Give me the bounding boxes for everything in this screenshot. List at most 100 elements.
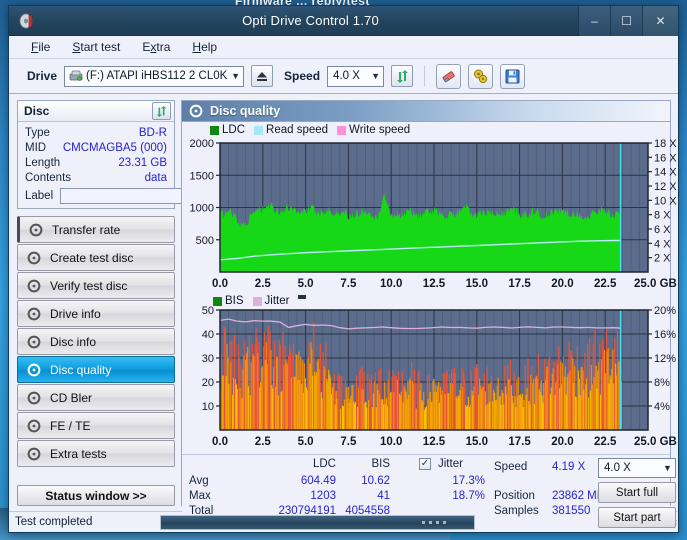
stats-header-jitter: Jitter (438, 458, 463, 470)
disc-value-mid: CMCMAGBA5 (000) (62, 141, 167, 154)
legend-swatch-jitter (252, 296, 262, 306)
bis-jitter-chart[interactable]: 10203040504%8%12%16%20%0.0 2.5 5.0 7.5 10.0 1… (182, 294, 687, 454)
refresh-button[interactable] (391, 65, 414, 87)
menu-item-file[interactable]: File (31, 40, 50, 54)
svg-text:4 X: 4 X (654, 238, 671, 250)
sidebar-item-cd-bler[interactable]: CD Bler (17, 384, 175, 411)
legend-entry-jitter: Jitter (252, 295, 289, 307)
svg-text:5.0: 5.0 (298, 436, 314, 448)
stats-samples-label: Samples (494, 505, 539, 517)
bis-jitter-chart-container: BIS Jitter 10 20 30 40 50 4% 8% 12% 16% 20% 0.0 2.5… (182, 294, 677, 454)
svg-text:25.0 GB: 25.0 GB (634, 436, 677, 448)
status-window-button[interactable]: Status window >> (17, 485, 175, 506)
minimize-icon: – (591, 14, 598, 28)
svg-text:22.5: 22.5 (594, 436, 617, 448)
disc-icon (27, 307, 41, 320)
menu-label-start-test: tart test (80, 40, 121, 54)
menu-item-extra[interactable]: Extra (142, 40, 170, 54)
status-text: Test completed (15, 516, 93, 528)
erase-button[interactable] (436, 63, 462, 89)
legend-label-read-speed: Read speed (266, 124, 329, 136)
disc-value-length: 23.31 GB (118, 156, 167, 169)
disc-icon (27, 335, 41, 348)
stats-max-ldc: 1203 (310, 490, 336, 502)
disc-row-mid: MID CMCMAGBA5 (000) (18, 140, 174, 155)
start-part-button[interactable]: Start part (598, 507, 676, 528)
legend-swatch-read-speed (254, 125, 264, 135)
svg-text:10.0: 10.0 (380, 436, 402, 448)
svg-text:500: 500 (196, 235, 214, 247)
sidebar-item-disc-info[interactable]: Disc info (17, 328, 175, 355)
svg-text:0.0: 0.0 (212, 436, 228, 448)
sidebar-item-verify-test-disc[interactable]: Verify test disc (17, 272, 175, 299)
close-button[interactable]: ✕ (642, 6, 678, 36)
svg-text:22.5: 22.5 (594, 278, 617, 290)
sidebar-item-fe-te[interactable]: FE / TE (17, 412, 175, 439)
menu-label-file: ile (38, 40, 51, 54)
refresh-icon (396, 69, 408, 83)
legend-swatch-write-speed (337, 125, 347, 135)
svg-text:17.5: 17.5 (508, 278, 531, 290)
ldc-chart-container: LDC Read speed Write speed 500 1000 1500 20… (182, 122, 678, 294)
drive-select[interactable]: (F:) ATAPI iHBS112 2 CL0K ▼ (64, 65, 245, 87)
stats-avg-bis: 10.62 (361, 475, 390, 487)
disc-icon (27, 419, 41, 432)
jitter-checkbox[interactable]: ✓ (419, 457, 431, 470)
settings-button[interactable] (468, 63, 494, 89)
menu-label-extra: tra (156, 40, 171, 54)
disc-key-contents: Contents (25, 171, 72, 184)
maximize-button[interactable]: ☐ (610, 6, 642, 36)
disc-row-type: Type BD-R (18, 125, 174, 140)
checkbox-icon: ✓ (419, 457, 431, 470)
svg-text:12 X: 12 X (654, 181, 677, 193)
eject-icon (257, 72, 268, 81)
legend-label-write-speed: Write speed (349, 124, 411, 136)
eject-button[interactable] (251, 65, 274, 87)
start-full-button[interactable]: Start full (598, 482, 676, 503)
svg-text:2 X: 2 X (654, 253, 671, 265)
sidebar-item-drive-info[interactable]: Drive info (17, 300, 175, 327)
toolbar-separator (424, 66, 426, 86)
stats-speed-label: Speed (494, 461, 528, 473)
gears-icon (474, 69, 488, 83)
sidebar-label-extra-tests: Extra tests (50, 446, 107, 461)
stats-position-label: Position (494, 490, 535, 502)
svg-text:12.5: 12.5 (423, 436, 446, 448)
svg-text:20.0: 20.0 (551, 278, 573, 290)
drive-toolbar: Drive (F:) ATAPI iHBS112 2 CL0K ▼ Speed … (9, 59, 678, 94)
disc-icon (27, 279, 41, 292)
legend-entry-read-speed: Read speed (254, 124, 328, 136)
svg-text:20: 20 (202, 377, 214, 389)
svg-text:8 X: 8 X (654, 210, 671, 222)
svg-text:10 X: 10 X (654, 195, 677, 207)
disc-refresh-button[interactable] (152, 102, 171, 120)
sidebar-item-disc-quality[interactable]: Disc quality (17, 356, 175, 383)
ldc-chart[interactable]: 500 1000 1500 2000 2 X 4 X 6 X 8 X 10 X 12 X 14 X 1… (182, 122, 687, 294)
disc-icon (27, 363, 41, 376)
legend-entry-bis: BIS (213, 295, 244, 307)
sidebar-label-cd-bler: CD Bler (50, 390, 93, 405)
chevron-down-icon: ▼ (371, 71, 380, 81)
legend-entry-write-speed: Write speed (337, 124, 410, 136)
save-button[interactable] (500, 63, 526, 89)
sidebar-item-extra-tests[interactable]: Extra tests (17, 440, 175, 467)
stats-speed-value: 4.19 X (552, 461, 586, 473)
svg-text:7.5: 7.5 (340, 436, 357, 448)
sidebar-label-verify-test-disc: Verify test disc (50, 278, 128, 293)
test-speed-select[interactable]: 4.0 X ▼ (598, 458, 676, 478)
svg-text:0.0: 0.0 (212, 278, 228, 290)
menu-item-start-test[interactable]: Start test (72, 40, 120, 54)
minimize-button[interactable]: – (578, 6, 610, 36)
svg-text:1000: 1000 (190, 203, 214, 215)
title-bar: Opti Drive Control 1.70 – ☐ ✕ (9, 6, 678, 36)
close-icon: ✕ (655, 14, 666, 28)
svg-text:12.5: 12.5 (423, 278, 446, 290)
disc-key-type: Type (25, 126, 50, 139)
stats-row-label-avg: Avg (189, 475, 209, 487)
sidebar-item-create-test-disc[interactable]: Create test disc (17, 244, 175, 271)
sidebar-item-transfer-rate[interactable]: Transfer rate (17, 216, 175, 243)
menu-item-help[interactable]: Help (192, 40, 217, 54)
stats-max-jitter: 18.7% (452, 490, 485, 502)
speed-select[interactable]: 4.0 X ▼ (327, 65, 385, 87)
